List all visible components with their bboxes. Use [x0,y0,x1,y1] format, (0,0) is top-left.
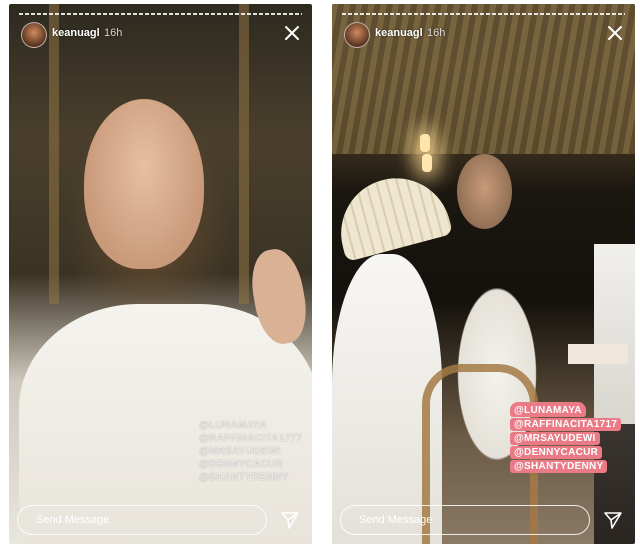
mention-tag[interactable]: @SHANTYDENNY [199,471,288,484]
photo-person [594,244,635,544]
send-icon[interactable] [280,510,300,530]
story-progress-bar [342,13,625,15]
mention-tag[interactable]: @DENNYCACUR [199,458,283,471]
photo-lamp [422,154,432,172]
mention-tag[interactable]: @DENNYCACUR [510,446,603,459]
story-time-ago: 16h [104,27,123,39]
send-message-input[interactable]: Send Message [340,505,590,535]
close-icon[interactable] [605,23,625,43]
mention-tag[interactable]: @RAFFINACITA1717 [510,418,622,431]
mention-tag[interactable]: @MRSAYUDEWI [510,432,600,445]
story-time-ago: 16h [427,27,446,39]
mention-stickers: @LUNAMAYA @RAFFINACITA1717 @MRSAYUDEWI @… [510,402,622,474]
mention-tag[interactable]: @LUNAMAYA [510,402,586,417]
mention-stickers: @LUNAMAYA @RAFFINACITA1777 @MRSAYUDEWI @… [199,419,302,484]
story-panel-right[interactable]: keanuagl 16h @LUNAMAYA @RAFFINACITA1717 … [332,4,635,544]
mention-tag[interactable]: @MRSAYUDEWI [199,445,281,458]
photo-lamp [420,134,430,152]
mention-tag[interactable]: @LUNAMAYA [199,419,267,432]
send-message-placeholder: Send Message [36,514,110,526]
avatar[interactable] [344,22,370,48]
story-username[interactable]: keanuagl [52,27,100,39]
story-progress-bar [19,13,302,15]
send-message-placeholder: Send Message [359,514,433,526]
avatar[interactable] [21,22,47,48]
photo-table [568,344,628,364]
send-message-input[interactable]: Send Message [17,505,267,535]
story-username[interactable]: keanuagl [375,27,423,39]
photo-face [84,99,204,269]
send-icon[interactable] [603,510,623,530]
mention-tag[interactable]: @SHANTYDENNY [510,460,608,473]
mention-tag[interactable]: @RAFFINACITA1777 [199,432,302,445]
close-icon[interactable] [282,23,302,43]
story-panel-left[interactable]: keanuagl 16h @LUNAMAYA @RAFFINACITA1777 … [9,4,312,544]
photo-face [457,154,512,229]
